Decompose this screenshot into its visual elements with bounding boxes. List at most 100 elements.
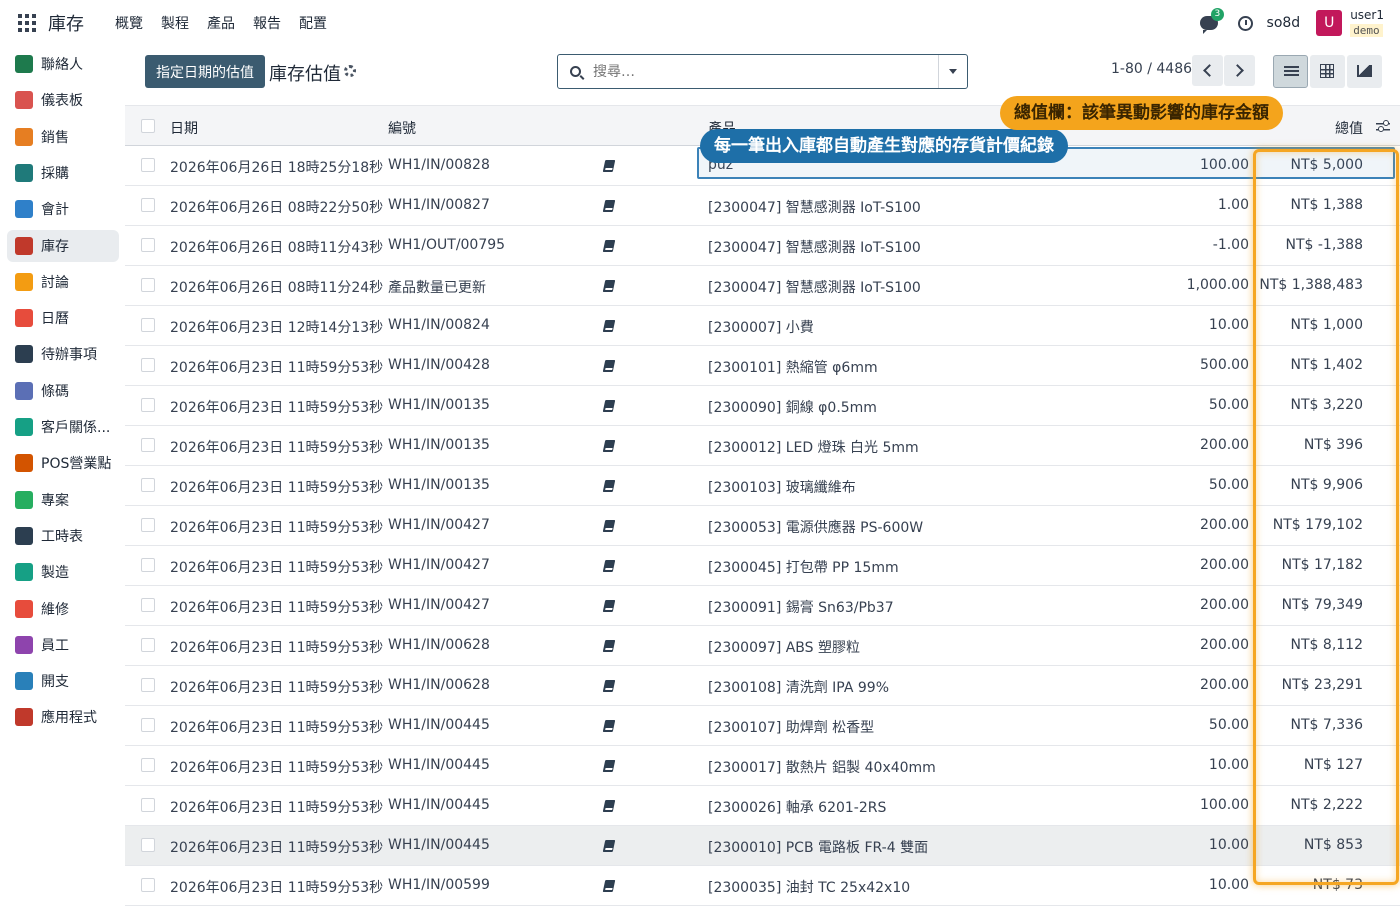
row-checkbox[interactable]	[141, 238, 155, 252]
journal-entry-icon[interactable]	[602, 360, 616, 372]
journal-entry-icon[interactable]	[602, 600, 616, 612]
table-row[interactable]: 2026年06月23日 11時59分53秒 WH1/IN/00135 [230010…	[125, 466, 1400, 506]
sidebar-item-project[interactable]: 專案	[7, 484, 119, 516]
journal-entry-icon[interactable]	[602, 560, 616, 572]
row-checkbox[interactable]	[141, 638, 155, 652]
row-checkbox[interactable]	[141, 518, 155, 532]
journal-entry-icon[interactable]	[602, 640, 616, 652]
table-row[interactable]: 2026年06月26日 08時11分24秒 產品數量已更新 [2300047] 智慧…	[125, 266, 1400, 306]
table-row[interactable]: 2026年06月23日 11時59分53秒 WH1/IN/00599 [230003…	[125, 866, 1400, 906]
row-checkbox[interactable]	[141, 678, 155, 692]
row-checkbox[interactable]	[141, 558, 155, 572]
sidebar-item-apps[interactable]: 應用程式	[7, 701, 119, 733]
table-row[interactable]: 2026年06月26日 08時22分50秒 WH1/IN/00827 [230004…	[125, 186, 1400, 226]
row-checkbox[interactable]	[141, 878, 155, 892]
journal-entry-icon[interactable]	[602, 400, 616, 412]
row-checkbox[interactable]	[141, 398, 155, 412]
sidebar-item-calendar[interactable]: 日曆	[7, 302, 119, 334]
journal-entry-icon[interactable]	[602, 800, 616, 812]
menu-item-configuration[interactable]: 配置	[290, 13, 336, 33]
gear-icon[interactable]	[344, 65, 356, 77]
avatar[interactable]: U	[1316, 10, 1343, 36]
row-checkbox[interactable]	[141, 358, 155, 372]
table-row[interactable]: 2026年06月23日 11時59分53秒 WH1/IN/00427 [230004…	[125, 546, 1400, 586]
database-name[interactable]: so8d	[1267, 15, 1301, 31]
sidebar-item-dashboard[interactable]: 儀表板	[7, 84, 119, 116]
table-row[interactable]: 2026年06月23日 11時59分53秒 WH1/IN/00427 [230009…	[125, 586, 1400, 626]
row-checkbox[interactable]	[141, 438, 155, 452]
table-row[interactable]: 2026年06月23日 11時59分53秒 WH1/IN/00628 [230010…	[125, 666, 1400, 706]
row-checkbox[interactable]	[141, 318, 155, 332]
sidebar-item-expenses[interactable]: 開支	[7, 665, 119, 697]
table-row[interactable]: 2026年06月26日 08時11分43秒 WH1/OUT/00795 [23000…	[125, 226, 1400, 266]
pager-value[interactable]: 1-80 / 4486	[1111, 61, 1192, 77]
sidebar-item-pos[interactable]: POS營業點	[7, 447, 119, 479]
sidebar-item-discuss[interactable]: 討論	[7, 266, 119, 298]
row-checkbox[interactable]	[141, 478, 155, 492]
menu-item-operations[interactable]: 製程	[152, 13, 198, 33]
sidebar-item-contacts[interactable]: 聯絡人	[7, 48, 119, 80]
search-input[interactable]	[593, 63, 923, 80]
sidebar-item-crm[interactable]: 客戶關係...	[7, 411, 119, 443]
journal-entry-icon[interactable]	[602, 440, 616, 452]
table-row[interactable]: 2026年06月23日 11時59分53秒 WH1/IN/00135 [230009…	[125, 386, 1400, 426]
search-options-toggle[interactable]	[938, 55, 967, 88]
list-view-button[interactable]	[1273, 55, 1308, 88]
table-row[interactable]: 2026年06月23日 11時59分53秒 WH1/IN/00428 [230010…	[125, 346, 1400, 386]
journal-entry-icon[interactable]	[602, 720, 616, 732]
table-row[interactable]: 2026年06月23日 11時59分53秒 WH1/IN/00445 [230010…	[125, 706, 1400, 746]
valuation-at-date-button[interactable]: 指定日期的估值	[145, 55, 265, 88]
user-menu[interactable]: user1 demo	[1350, 9, 1384, 37]
column-header-date[interactable]: 日期	[170, 118, 198, 138]
row-checkbox[interactable]	[141, 838, 155, 852]
sidebar-item-sales[interactable]: 銷售	[7, 121, 119, 153]
journal-entry-icon[interactable]	[602, 320, 616, 332]
journal-entry-icon[interactable]	[602, 840, 616, 852]
graph-view-button[interactable]	[1347, 55, 1382, 88]
app-grid-icon[interactable]	[18, 14, 36, 32]
sidebar-item-timesheet[interactable]: 工時表	[7, 520, 119, 552]
journal-entry-icon[interactable]	[602, 280, 616, 292]
menu-item-overview[interactable]: 概覽	[106, 13, 152, 33]
row-checkbox[interactable]	[141, 198, 155, 212]
sidebar-item-repair[interactable]: 維修	[7, 593, 119, 625]
column-header-total-value[interactable]: 總值	[1335, 118, 1363, 138]
journal-entry-icon[interactable]	[602, 520, 616, 532]
table-row[interactable]: 2026年06月23日 11時59分53秒 WH1/IN/00427 [230005…	[125, 506, 1400, 546]
table-row[interactable]: 2026年06月23日 11時59分53秒 WH1/IN/00445 [230001…	[125, 746, 1400, 786]
journal-entry-icon[interactable]	[602, 160, 616, 172]
menu-item-products[interactable]: 產品	[198, 13, 244, 33]
pivot-view-button[interactable]	[1310, 55, 1345, 88]
menu-item-reporting[interactable]: 報告	[244, 13, 290, 33]
chat-icon[interactable]: 3	[1199, 8, 1225, 34]
pager-next-button[interactable]	[1224, 55, 1255, 86]
select-all-checkbox[interactable]	[141, 119, 155, 133]
journal-entry-icon[interactable]	[602, 880, 616, 892]
journal-entry-icon[interactable]	[602, 240, 616, 252]
table-row[interactable]: 2026年06月23日 11時59分53秒 WH1/IN/00135 [230001…	[125, 426, 1400, 466]
sidebar-item-accounting[interactable]: 會計	[7, 193, 119, 225]
sidebar-item-barcode[interactable]: 條碼	[7, 375, 119, 407]
sidebar-item-todo[interactable]: 待辦事項	[7, 338, 119, 370]
table-row[interactable]: 2026年06月23日 11時59分53秒 WH1/IN/00445 [230002…	[125, 786, 1400, 826]
sidebar-item-purchase[interactable]: 採購	[7, 157, 119, 189]
pager-previous-button[interactable]	[1192, 55, 1223, 86]
sidebar-item-employees[interactable]: 員工	[7, 629, 119, 661]
table-row[interactable]: 2026年06月23日 12時14分13秒 WH1/IN/00824 [230000…	[125, 306, 1400, 346]
sidebar-item-manufacturing[interactable]: 製造	[7, 556, 119, 588]
optional-columns-icon[interactable]	[1376, 120, 1390, 132]
app-title[interactable]: 庫存	[48, 10, 84, 36]
journal-entry-icon[interactable]	[602, 760, 616, 772]
clock-icon[interactable]	[1237, 15, 1253, 31]
journal-entry-icon[interactable]	[602, 200, 616, 212]
sidebar-item-inventory[interactable]: 庫存	[7, 229, 119, 262]
table-row[interactable]: 2026年06月23日 11時59分53秒 WH1/IN/00628 [230009…	[125, 626, 1400, 666]
journal-entry-icon[interactable]	[602, 680, 616, 692]
row-checkbox[interactable]	[141, 718, 155, 732]
row-checkbox[interactable]	[141, 798, 155, 812]
row-checkbox[interactable]	[141, 158, 155, 172]
row-checkbox[interactable]	[141, 758, 155, 772]
row-checkbox[interactable]	[141, 278, 155, 292]
journal-entry-icon[interactable]	[602, 480, 616, 492]
row-checkbox[interactable]	[141, 598, 155, 612]
